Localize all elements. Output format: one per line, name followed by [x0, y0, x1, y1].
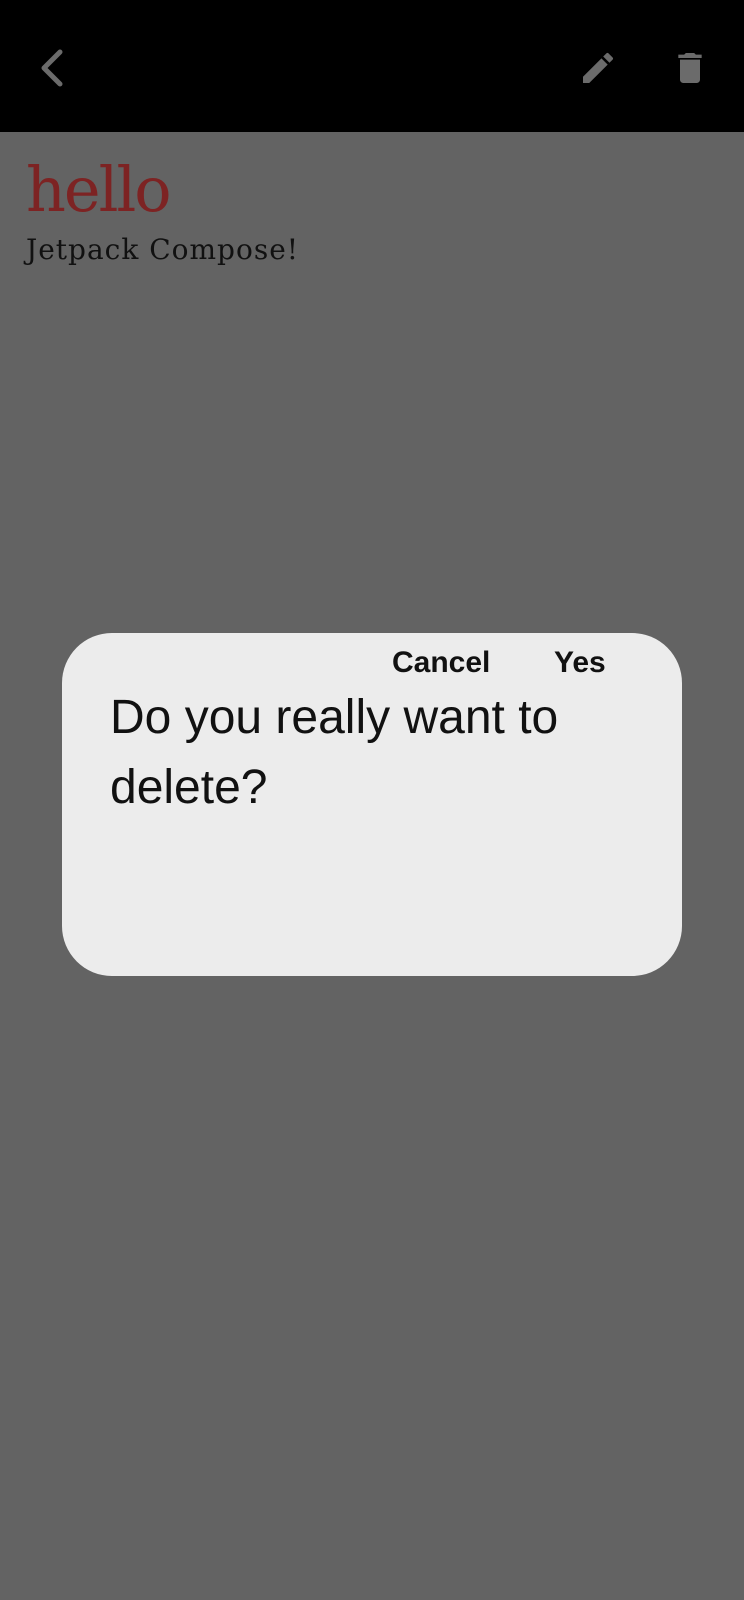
back-button[interactable] — [22, 36, 86, 100]
delete-button[interactable] — [658, 36, 722, 100]
pencil-icon — [583, 52, 614, 83]
note-body: Jetpack Compose! — [26, 233, 300, 266]
dialog-message: Do you really want to delete? — [110, 691, 559, 814]
note-title: hello — [26, 153, 172, 226]
cancel-button[interactable]: Cancel — [392, 633, 490, 693]
trash-icon — [678, 53, 702, 83]
top-app-bar — [0, 0, 744, 132]
note-content: hello Jetpack Compose! — [26, 150, 299, 270]
yes-button[interactable]: Yes — [554, 633, 606, 693]
chevron-left-icon — [41, 49, 63, 87]
edit-button[interactable] — [566, 36, 630, 100]
delete-confirmation-dialog: Do you really want to delete? Cancel Yes — [62, 633, 682, 976]
